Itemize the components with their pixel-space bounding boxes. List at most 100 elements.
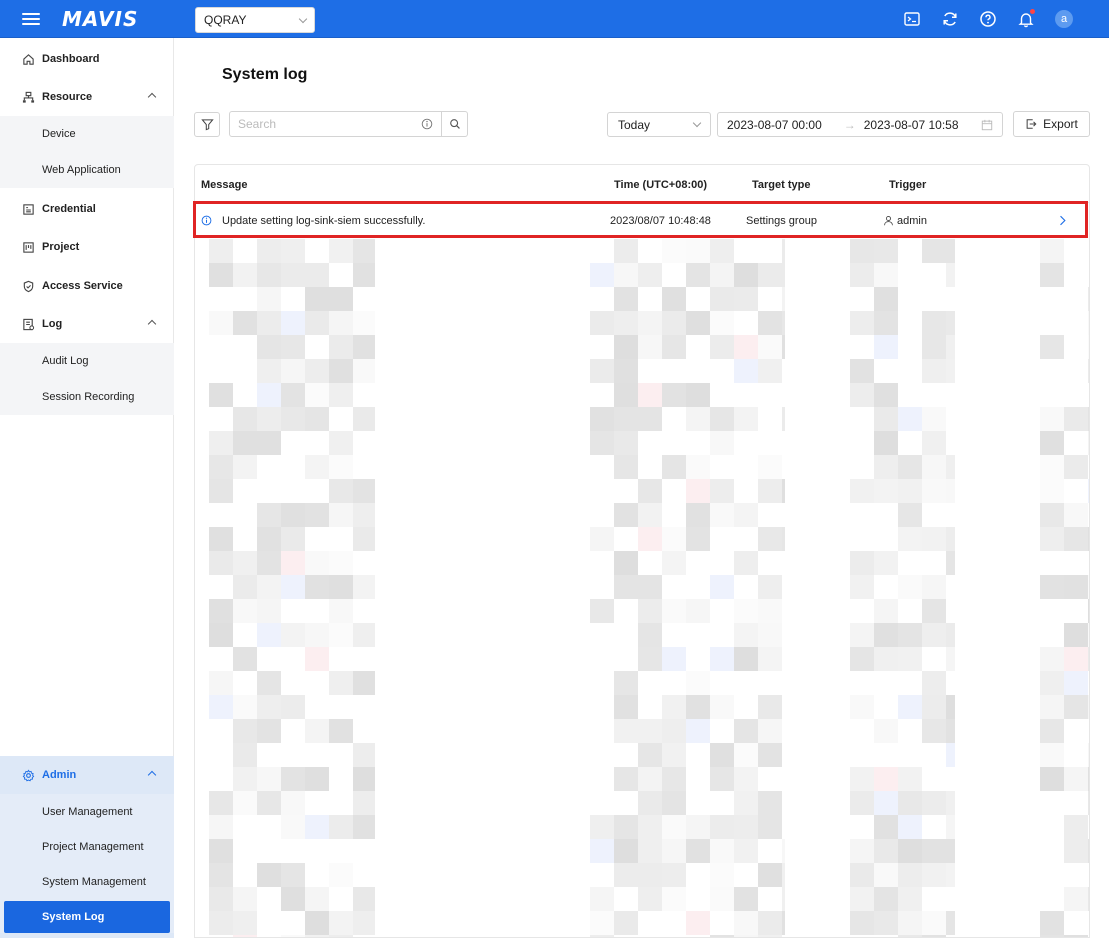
- pixel-block: [1064, 815, 1088, 839]
- pixel-block: [662, 887, 686, 911]
- pixel-block: [1040, 431, 1064, 455]
- pixel-block: [898, 527, 922, 551]
- chevron-right-icon[interactable]: [1057, 215, 1068, 226]
- sidebar-item-session-recording[interactable]: Session Recording: [0, 379, 174, 415]
- bell-icon[interactable]: [1017, 9, 1035, 28]
- pixel-block: [758, 911, 782, 935]
- pixel-block: [710, 263, 734, 287]
- gear-icon: [22, 769, 35, 781]
- sidebar-item-access-service[interactable]: Access Service: [0, 267, 174, 305]
- sidebar-item-admin[interactable]: Admin: [0, 756, 174, 794]
- pixel-block: [782, 311, 785, 335]
- sidebar-item-log[interactable]: Log: [0, 305, 174, 343]
- sidebar-item-web-application[interactable]: Web Application: [0, 152, 174, 188]
- pixel-block: [614, 407, 638, 431]
- pixel-block: [686, 383, 710, 407]
- avatar[interactable]: a: [1055, 10, 1073, 28]
- sidebar-item-resource[interactable]: Resource: [0, 78, 174, 116]
- pixel-block: [329, 719, 353, 743]
- pixel-block: [614, 359, 638, 383]
- pixel-block: [329, 623, 353, 647]
- menu-icon[interactable]: [22, 11, 40, 27]
- pixel-block: [686, 311, 710, 335]
- range-select[interactable]: Today: [607, 112, 711, 137]
- pixel-block: [874, 335, 898, 359]
- column-header-trigger: Trigger: [889, 179, 927, 191]
- pixel-block: [662, 239, 686, 263]
- pixel-block: [281, 263, 305, 287]
- pixel-block: [710, 239, 734, 263]
- pixel-block: [874, 551, 898, 575]
- pixel-block: [614, 815, 638, 839]
- pixel-block: [850, 551, 874, 575]
- pixel-block: [710, 695, 734, 719]
- search-box: [229, 111, 442, 137]
- pixel-block: [1088, 599, 1089, 623]
- pixel-block: [1040, 479, 1064, 503]
- project-icon: [23, 241, 34, 253]
- pixel-block: [710, 503, 734, 527]
- pixel-block: [305, 647, 329, 671]
- pixel-block: [329, 455, 353, 479]
- sidebar-item-audit-log[interactable]: Audit Log: [0, 343, 174, 379]
- sidebar-item-system-management[interactable]: System Management: [0, 864, 174, 899]
- pixel-block: [850, 479, 874, 503]
- pixel-block: [734, 263, 758, 287]
- pixel-block: [1064, 647, 1088, 671]
- pixel-block: [353, 359, 375, 383]
- pixel-block: [1088, 839, 1089, 863]
- pixel-block: [233, 263, 257, 287]
- help-icon[interactable]: [979, 10, 997, 28]
- pixel-block: [638, 743, 662, 767]
- date-range-picker[interactable]: 2023-08-07 00:00 → 2023-08-07 10:58: [717, 112, 1003, 137]
- pixel-block: [281, 503, 305, 527]
- pixel-block: [922, 311, 946, 335]
- pixel-block: [281, 551, 305, 575]
- refresh-icon[interactable]: [941, 10, 959, 28]
- pixel-block: [898, 887, 922, 911]
- search-input[interactable]: [238, 117, 408, 131]
- pixel-block: [1088, 287, 1089, 311]
- pixel-block: [257, 599, 281, 623]
- pixel-block: [946, 719, 955, 743]
- sidebar-item-user-management[interactable]: User Management: [0, 794, 174, 829]
- sidebar-item-project[interactable]: Project: [0, 228, 174, 266]
- sidebar-item-dashboard[interactable]: Dashboard: [0, 40, 174, 78]
- sidebar-item-system-log[interactable]: System Log: [4, 901, 170, 933]
- pixel-block: [874, 599, 898, 623]
- export-icon: [1026, 119, 1037, 129]
- pixel-block: [898, 695, 922, 719]
- pixel-block: [305, 767, 329, 791]
- pixel-block: [710, 311, 734, 335]
- pixel-block: [590, 407, 614, 431]
- sidebar-item-credential[interactable]: Credential: [0, 190, 174, 228]
- pixel-block: [329, 335, 353, 359]
- pixel-block: [638, 791, 662, 815]
- pixel-block: [1088, 575, 1089, 599]
- pixel-block: [922, 599, 946, 623]
- pixel-block: [590, 311, 614, 335]
- terminal-icon[interactable]: [903, 10, 921, 28]
- sidebar-item-project-management[interactable]: Project Management: [0, 829, 174, 864]
- date-start: 2023-08-07 00:00: [727, 117, 822, 132]
- sidebar-item-device[interactable]: Device: [0, 116, 174, 152]
- pixel-block: [329, 911, 353, 935]
- log-table: Message Time (UTC+08:00) Target type Tri…: [194, 164, 1090, 938]
- pixel-block: [1088, 791, 1089, 815]
- info-icon: [421, 118, 433, 130]
- pixel-block: [209, 887, 233, 911]
- pixel-block: [305, 455, 329, 479]
- tenant-select[interactable]: QQRAY: [195, 7, 315, 33]
- search-button[interactable]: [442, 111, 468, 137]
- pixel-block: [686, 479, 710, 503]
- pixel-block: [257, 695, 281, 719]
- sidebar: Dashboard Resource Device Web Applicatio…: [0, 38, 174, 938]
- pixel-block: [850, 695, 874, 719]
- pixel-block: [257, 863, 281, 887]
- pixel-block: [1040, 527, 1064, 551]
- pixel-block: [233, 719, 257, 743]
- app-logo[interactable]: MAVIS: [62, 7, 138, 31]
- export-button[interactable]: Export: [1013, 111, 1090, 137]
- filter-button[interactable]: [194, 112, 220, 137]
- table-row[interactable]: Update setting log-sink-siem successfull…: [195, 203, 1089, 239]
